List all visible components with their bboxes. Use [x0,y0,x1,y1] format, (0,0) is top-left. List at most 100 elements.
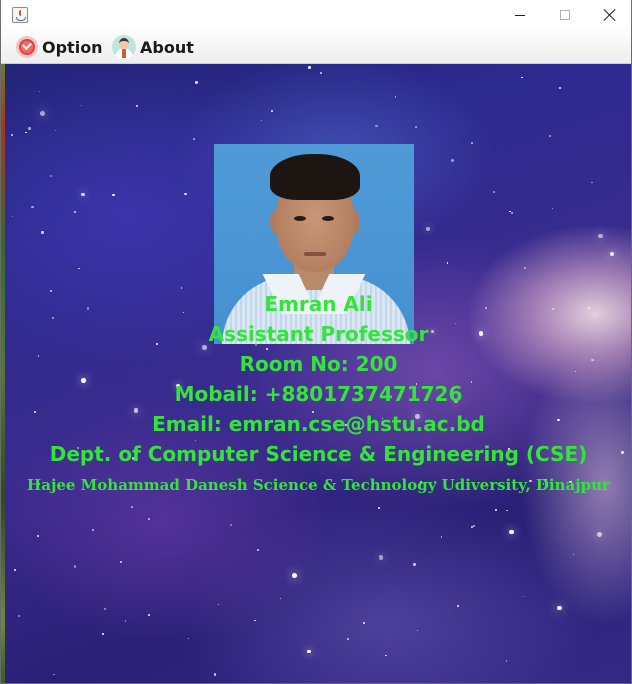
app-window: Option About Emran Ali Assistant Profess… [0,0,632,684]
title-bar[interactable] [1,0,631,30]
profile-phone: Mobail: +8801737471726 [174,382,463,406]
minimize-button[interactable] [497,0,543,30]
star [572,553,574,555]
star [379,555,384,560]
star [511,212,514,215]
star [470,142,473,145]
menu-bar: Option About [1,30,631,64]
star [80,104,83,107]
star [11,215,13,218]
star [279,597,282,600]
star [180,287,183,289]
star [557,605,562,611]
star [505,660,508,662]
star [377,507,380,510]
star [148,517,151,520]
star [347,638,349,641]
star [50,174,53,178]
star [217,604,219,606]
star [130,506,133,509]
profile-name: Emran Ali [264,292,373,316]
star [184,192,187,196]
star [74,210,77,213]
profile-title: Assistant Professor [208,322,429,346]
star [254,619,256,622]
star [451,158,455,162]
star [426,226,431,231]
star [53,673,55,675]
star [473,525,475,527]
star [10,134,14,137]
star [524,267,526,269]
star [441,536,443,538]
star [120,560,123,563]
star [78,268,80,270]
menu-option[interactable]: Option [13,34,106,60]
star [308,65,312,69]
star [385,654,387,657]
photo-eye-left [294,216,306,221]
minimize-icon [515,14,525,16]
star [506,509,508,512]
star [104,608,107,611]
star [80,192,85,197]
star [31,205,34,209]
photo-hair [270,154,360,200]
star [213,673,216,676]
star [229,523,232,526]
star [54,130,56,132]
star [591,181,594,184]
maximize-button[interactable] [542,0,588,30]
star [416,629,419,632]
star [456,605,459,608]
star [257,548,260,551]
star [375,125,378,128]
star [596,532,602,538]
star [261,119,263,121]
star [523,596,525,598]
star [37,534,40,537]
star [136,104,138,107]
profile-room: Room No: 200 [239,352,398,376]
star [193,138,195,140]
star [319,72,322,74]
person-avatar-icon [112,35,136,59]
profile-email: Email: emran.cse@hstu.ac.bd [152,412,485,436]
star [266,347,269,351]
close-icon [604,9,616,21]
star [13,568,16,572]
java-cup-icon[interactable] [12,7,28,23]
menu-about[interactable]: About [109,34,197,60]
star [558,86,561,89]
photo-mouth [304,252,326,256]
star [195,81,198,84]
maximize-icon [560,10,570,20]
star [40,111,45,116]
star [598,233,603,239]
photo-eye-right [322,216,334,221]
star [41,231,44,234]
star [610,252,615,257]
star [25,131,28,134]
close-button[interactable] [587,0,631,30]
menu-about-label: About [140,37,194,57]
star [551,207,554,210]
star [394,96,397,98]
star [102,633,105,636]
star [521,76,523,78]
star [414,126,417,129]
star [73,565,77,568]
star [271,110,274,113]
star [495,509,498,512]
star [92,529,94,531]
star [39,91,41,93]
star [446,262,448,264]
star [306,649,311,654]
star [112,193,115,197]
star [51,317,55,320]
star [28,127,31,130]
star [413,563,416,566]
profile-university: Hajee Mohammad Danesh Science & Technolo… [27,476,610,494]
star [548,134,551,137]
star [492,190,496,194]
